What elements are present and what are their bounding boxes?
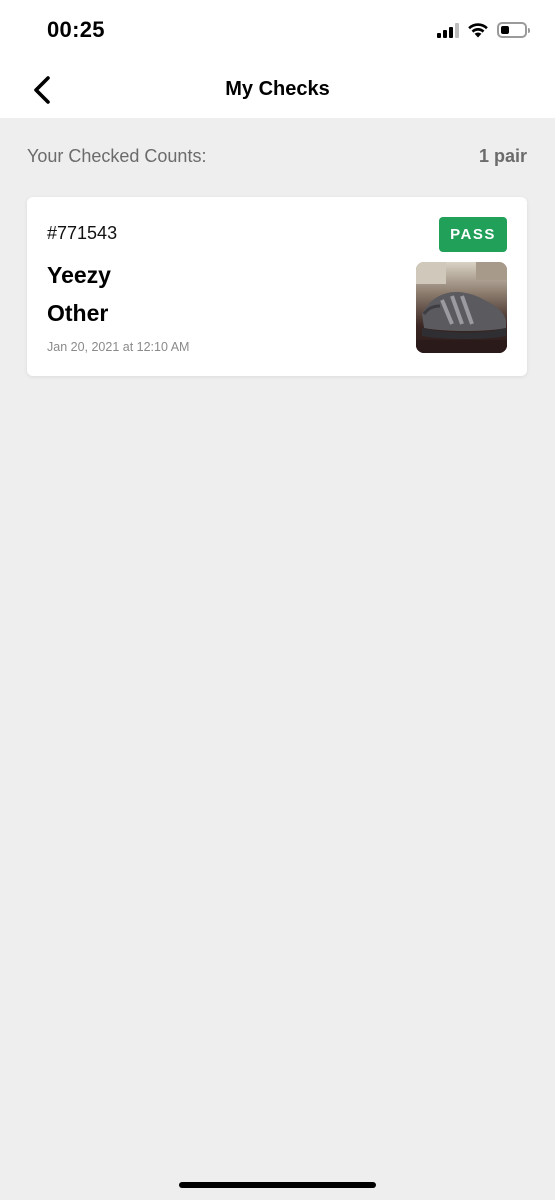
screen: 00:25 My Checks Your Checked Counts: 1 p… <box>0 0 555 1200</box>
status-badge: PASS <box>439 217 507 252</box>
sneaker-thumbnail <box>416 262 507 353</box>
status-time: 00:25 <box>47 17 105 42</box>
battery-icon <box>497 22 530 38</box>
nav-bar: My Checks <box>0 60 555 118</box>
check-id: #771543 <box>47 223 118 243</box>
signal-icon <box>437 22 459 38</box>
check-card[interactable]: #771543 PASS Yeezy Other Jan 20, 2021 at… <box>27 197 527 376</box>
checked-counts-label: Your Checked Counts: <box>27 146 207 166</box>
wifi-icon <box>468 23 488 38</box>
status-icons <box>437 20 530 40</box>
check-model: Other <box>47 300 109 326</box>
sneaker-photo <box>416 262 507 353</box>
page-title: My Checks <box>225 78 330 100</box>
check-brand: Yeezy <box>47 262 111 288</box>
home-indicator <box>179 1182 376 1188</box>
status-bar: 00:25 <box>0 0 555 60</box>
checked-counts-value: 1 pair <box>478 146 527 166</box>
check-date: Jan 20, 2021 at 12:10 AM <box>47 340 190 354</box>
